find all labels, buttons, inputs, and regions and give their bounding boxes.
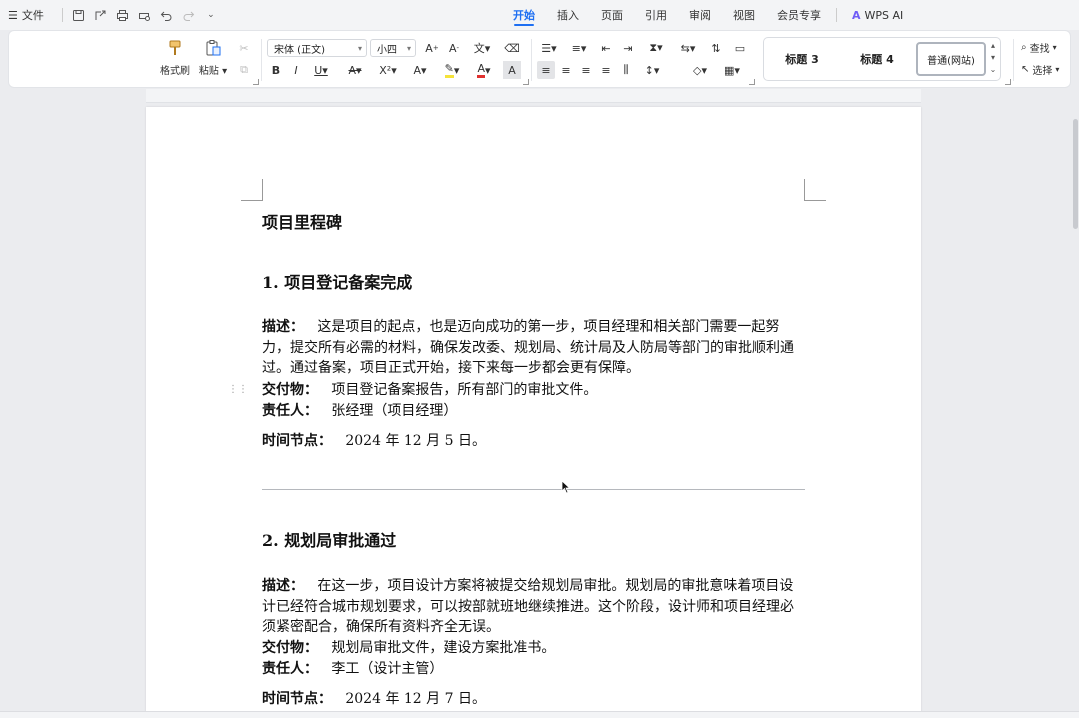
paragraph-drag-handle[interactable]: ⋮⋮ <box>228 384 248 395</box>
quick-access-toolbar: ⌄ <box>58 5 221 25</box>
numbering-icon[interactable]: ≡▾ <box>567 39 591 57</box>
title-bar: ☰ 文件 ⌄ 开始 插入 页面 引用 审阅 视图 会员专享 A WPS AI <box>0 0 1079 30</box>
scrollbar-thumb[interactable] <box>1073 119 1078 229</box>
cut-icon[interactable]: ✂ <box>235 39 253 57</box>
previous-page-edge <box>146 89 921 103</box>
clipboard-group-expander[interactable] <box>253 79 259 85</box>
chevron-down-icon: ▾ <box>406 43 411 53</box>
clipboard-icon <box>202 37 224 59</box>
decrease-indent-icon[interactable]: ⇤ <box>597 39 615 57</box>
font-color-icon[interactable]: A ▾ <box>471 61 497 79</box>
print-preview-icon[interactable] <box>135 5 155 25</box>
style-expand-icon[interactable]: ⌄ <box>988 65 998 74</box>
distribute-icon[interactable]: ⫼ <box>617 61 635 79</box>
borders-icon[interactable]: ▦▾ <box>719 61 745 79</box>
tab-page[interactable]: 页面 <box>590 0 634 30</box>
section-timeline: 时间节点： 2024 年 12 月 5 日。 <box>262 433 486 449</box>
section-timeline: 时间节点： 2024 年 12 月 7 日。 <box>262 691 486 707</box>
section-heading: 2. 规划局审批通过 <box>262 531 397 550</box>
text-direction-icon[interactable]: ⇆▾ <box>675 39 701 57</box>
font-group-expander[interactable] <box>523 79 529 85</box>
sort-icon[interactable]: ⇅ <box>707 39 725 57</box>
style-scroll-up-icon[interactable]: ▴ <box>988 41 998 50</box>
wps-ai-icon: A <box>852 8 861 22</box>
styles-group-expander[interactable] <box>1005 79 1011 85</box>
section-owner: 责任人： 张经理（项目经理） <box>262 403 458 419</box>
document-title: 项目里程碑 <box>262 213 343 232</box>
chinese-layout-icon[interactable]: ⧗▾ <box>643 39 669 57</box>
select-button[interactable]: ↖ 选择 ▾ <box>1021 62 1059 77</box>
find-button[interactable]: ⌕ 查找 ▾ <box>1021 40 1057 55</box>
shading-icon[interactable]: ◇▾ <box>687 61 713 79</box>
section-heading: 1. 项目登记备案完成 <box>262 273 413 292</box>
italic-icon[interactable]: I <box>287 61 305 79</box>
cursor-select-icon: ↖ <box>1021 64 1030 75</box>
line-spacing-icon[interactable]: ↕▾ <box>639 61 665 79</box>
file-menu[interactable]: ☰ 文件 <box>8 7 44 23</box>
document-area[interactable]: ⋮⋮ 项目里程碑 1. 项目登记备案完成 描述： 这是项目的起点，也是迈向成功的… <box>0 89 1079 711</box>
section-owner: 责任人： 李工（设计主管） <box>262 661 444 677</box>
strikethrough-icon[interactable]: A▾ <box>343 61 367 79</box>
section-description: 描述： 在这一步，项目设计方案将被提交给规划局审批。规划局的审批意味着项目设计已… <box>262 578 794 635</box>
section-deliverable: 交付物： 项目登记备案报告，所有部门的审批文件。 <box>262 382 598 398</box>
undo-icon[interactable] <box>157 5 177 25</box>
superscript-icon[interactable]: X²▾ <box>375 61 401 79</box>
search-icon: ⌕ <box>1021 42 1027 53</box>
tab-view[interactable]: 视图 <box>722 0 766 30</box>
copy-icon[interactable]: ⧉ <box>235 61 253 79</box>
increase-indent-icon[interactable]: ⇥ <box>619 39 637 57</box>
margin-mark-top-right <box>804 179 826 201</box>
style-scroll-down-icon[interactable]: ▾ <box>988 53 998 62</box>
clear-format-icon[interactable]: ⌫ <box>503 39 521 57</box>
document-page[interactable]: ⋮⋮ 项目里程碑 1. 项目登记备案完成 描述： 这是项目的起点，也是迈向成功的… <box>146 107 921 711</box>
ribbon-tabs: 开始 插入 页面 引用 审阅 视图 会员专享 A WPS AI <box>502 0 914 30</box>
text-effect-icon[interactable]: A▾ <box>407 61 433 79</box>
tab-review[interactable]: 审阅 <box>678 0 722 30</box>
tab-insert[interactable]: 插入 <box>546 0 590 30</box>
more-icon[interactable]: ⌄ <box>201 5 221 25</box>
tab-references[interactable]: 引用 <box>634 0 678 30</box>
style-heading-3[interactable]: 标题 3 <box>770 42 834 76</box>
status-bar <box>0 711 1079 718</box>
align-left-icon[interactable]: ≡ <box>537 61 555 79</box>
chevron-down-icon: ▾ <box>357 43 362 53</box>
justify-icon[interactable]: ≡ <box>597 61 615 79</box>
increase-font-icon[interactable]: A + <box>423 39 441 57</box>
ribbon-toolbar: 格式刷 粘贴 ▾ ✂ ⧉ 宋体 (正文) ▾ 小四 ▾ A + A- 文▾ ⌫ B I… <box>8 30 1071 88</box>
highlight-icon[interactable]: ✎ ▾ <box>439 61 465 79</box>
paragraph-group-expander[interactable] <box>749 79 755 85</box>
print-icon[interactable] <box>113 5 133 25</box>
show-marks-icon[interactable]: ▭ <box>731 39 749 57</box>
file-menu-label: 文件 <box>21 9 44 22</box>
export-icon[interactable] <box>91 5 111 25</box>
tab-home[interactable]: 开始 <box>502 0 546 30</box>
style-normal-web[interactable]: 普通(网站) <box>916 42 986 76</box>
mouse-cursor-icon <box>561 480 571 494</box>
redo-icon[interactable] <box>179 5 199 25</box>
section-deliverable: 交付物： 规划局审批文件，建设方案批准书。 <box>262 640 556 656</box>
tab-member[interactable]: 会员专享 <box>766 0 832 30</box>
format-painter-button[interactable]: 格式刷 <box>157 37 193 77</box>
align-center-icon[interactable]: ≡ <box>557 61 575 79</box>
char-shading-icon[interactable]: A <box>503 61 521 79</box>
paste-button[interactable]: 粘贴 ▾ <box>195 37 231 77</box>
style-heading-4[interactable]: 标题 4 <box>842 42 912 76</box>
bold-icon[interactable]: B <box>267 61 285 79</box>
horizontal-rule <box>262 489 805 490</box>
save-icon[interactable] <box>69 5 89 25</box>
styles-gallery: 标题 3 标题 4 普通(网站) ▴ ▾ ⌄ <box>763 37 1001 81</box>
underline-icon[interactable]: U▾ <box>309 61 333 79</box>
font-name-dropdown[interactable]: 宋体 (正文) ▾ <box>267 39 367 57</box>
tab-wps-ai[interactable]: A WPS AI <box>841 0 914 30</box>
margin-mark-top-left <box>241 179 263 201</box>
brush-icon <box>164 37 186 59</box>
phonetic-guide-icon[interactable]: 文▾ <box>469 39 495 57</box>
bullets-icon[interactable]: ☰▾ <box>537 39 561 57</box>
vertical-scrollbar[interactable] <box>1071 89 1079 711</box>
decrease-font-icon[interactable]: A- <box>445 39 463 57</box>
hamburger-icon[interactable]: ☰ <box>8 9 18 22</box>
align-right-icon[interactable]: ≡ <box>577 61 595 79</box>
section-description: 描述： 这是项目的起点，也是迈向成功的第一步，项目经理和相关部门需要一起努力，提… <box>262 319 794 376</box>
font-size-dropdown[interactable]: 小四 ▾ <box>370 39 416 57</box>
